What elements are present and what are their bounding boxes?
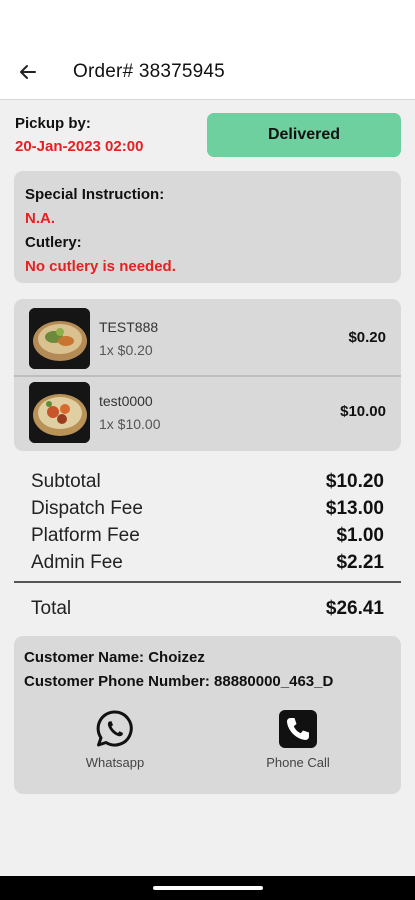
status-bar <box>0 0 415 44</box>
food-bowl-image <box>29 382 90 443</box>
arrow-left-icon <box>20 64 36 79</box>
total-row: Total $26.41 <box>31 595 384 622</box>
instruction-card: Special Instruction: N.A. Cutlery: No cu… <box>14 171 401 283</box>
admin-fee-row: Admin Fee $2.21 <box>31 549 384 576</box>
admin-fee-value: $2.21 <box>336 552 384 573</box>
fee-summary: Subtotal $10.20 Dispatch Fee $13.00 Plat… <box>31 468 384 576</box>
pickup-section: Pickup by: 20-Jan-2023 02:00 Delivered <box>14 113 401 159</box>
list-item: TEST888 1x $0.20 $0.20 <box>14 303 401 375</box>
item-name: TEST888 <box>99 319 159 335</box>
food-bowl-image <box>29 308 90 369</box>
special-instruction-label: Special Instruction: <box>25 186 165 203</box>
admin-fee-label: Admin Fee <box>31 552 123 573</box>
order-items-card: TEST888 1x $0.20 $0.20 test0000 1x $10.0… <box>14 299 401 451</box>
item-quantity: 1x $10.00 <box>99 416 161 432</box>
customer-name: Customer Name: Choizez <box>24 649 205 666</box>
pickup-label: Pickup by: <box>15 115 91 132</box>
cutlery-label: Cutlery: <box>25 234 82 251</box>
system-nav-bar <box>0 876 415 900</box>
page-title: Order# 38375945 <box>73 60 225 82</box>
item-name: test0000 <box>99 393 153 409</box>
platform-fee-value: $1.00 <box>336 525 384 546</box>
customer-phone: Customer Phone Number: 88880000_463_D <box>24 673 334 690</box>
subtotal-row: Subtotal $10.20 <box>31 468 384 495</box>
subtotal-label: Subtotal <box>31 471 101 492</box>
list-item: test0000 1x $10.00 $10.00 <box>14 375 401 447</box>
phone-call-label: Phone Call <box>266 755 330 770</box>
platform-fee-row: Platform Fee $1.00 <box>31 522 384 549</box>
home-handle[interactable] <box>152 886 263 890</box>
back-button[interactable] <box>0 44 56 100</box>
whatsapp-icon <box>96 710 133 747</box>
item-price: $10.00 <box>340 403 386 420</box>
pickup-date: 20-Jan-2023 02:00 <box>15 138 144 155</box>
whatsapp-label: Whatsapp <box>85 755 145 770</box>
item-quantity: 1x $0.20 <box>99 342 153 358</box>
app-bar: Order# 38375945 <box>0 44 415 100</box>
phone-icon <box>279 710 317 748</box>
cutlery-value: No cutlery is needed. <box>25 258 176 275</box>
dispatch-fee-value: $13.00 <box>325 498 384 519</box>
phone-call-button[interactable]: Phone Call <box>243 709 353 770</box>
divider <box>14 581 401 583</box>
platform-fee-label: Platform Fee <box>31 525 140 546</box>
customer-card: Customer Name: Choizez Customer Phone Nu… <box>14 636 401 794</box>
total-label: Total <box>31 598 72 619</box>
dispatch-fee-row: Dispatch Fee $13.00 <box>31 495 384 522</box>
special-instruction-value: N.A. <box>25 210 55 227</box>
subtotal-value: $10.20 <box>325 471 384 492</box>
whatsapp-button[interactable]: Whatsapp <box>60 709 170 770</box>
dispatch-fee-label: Dispatch Fee <box>31 498 143 519</box>
total-value: $26.41 <box>325 598 384 619</box>
item-price: $0.20 <box>348 329 386 346</box>
status-badge: Delivered <box>207 113 401 157</box>
